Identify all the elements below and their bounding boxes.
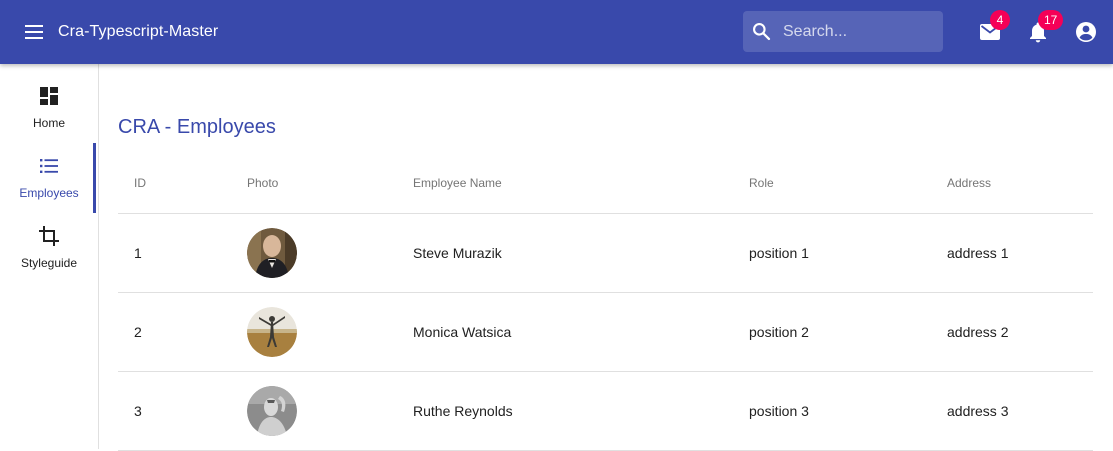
mail-badge: 4 — [990, 10, 1010, 30]
cell-name: Monica Watsica — [413, 292, 749, 371]
page-title: CRA - Employees — [118, 115, 276, 139]
account-button[interactable] — [1074, 20, 1098, 44]
sidebar-item-home[interactable]: Home — [0, 64, 98, 134]
sidebar-item-styleguide[interactable]: Styleguide — [0, 204, 98, 274]
cell-role: position 3 — [749, 371, 947, 450]
cell-role: position 1 — [749, 213, 947, 292]
column-header-photo[interactable]: Photo — [247, 153, 413, 213]
sidebar: Home Employees Styleguide — [0, 64, 99, 449]
search-box[interactable] — [743, 11, 943, 52]
column-header-name[interactable]: Employee Name — [413, 153, 749, 213]
sidebar-item-label: Employees — [19, 186, 78, 200]
avatar — [247, 228, 297, 278]
notifications-badge: 17 — [1038, 10, 1063, 30]
cell-name: Ruthe Reynolds — [413, 371, 749, 450]
crop-icon — [37, 224, 61, 248]
table-row[interactable]: 2 Monica — [118, 292, 1093, 371]
search-icon — [751, 21, 772, 42]
app-title: Cra-Typescript-Master — [58, 22, 218, 42]
employees-table: ID Photo Employee Name Role Address 1 — [118, 153, 1093, 451]
column-header-role[interactable]: Role — [749, 153, 947, 213]
notifications-button[interactable]: 17 — [1026, 20, 1050, 44]
sidebar-item-employees[interactable]: Employees — [0, 134, 98, 204]
cell-address: address 1 — [947, 213, 1093, 292]
sidebar-item-label: Styleguide — [21, 256, 77, 270]
table-header-row: ID Photo Employee Name Role Address — [118, 153, 1093, 213]
cell-id: 2 — [118, 292, 247, 371]
cell-role: position 2 — [749, 292, 947, 371]
cell-address: address 2 — [947, 292, 1093, 371]
table-row[interactable]: 1 Steve — [118, 213, 1093, 292]
dashboard-icon — [37, 84, 61, 108]
column-header-address[interactable]: Address — [947, 153, 1093, 213]
search-input[interactable] — [783, 11, 938, 52]
cell-id: 1 — [118, 213, 247, 292]
sidebar-item-label: Home — [33, 116, 65, 130]
cell-address: address 3 — [947, 371, 1093, 450]
cell-name: Steve Murazik — [413, 213, 749, 292]
avatar — [247, 386, 297, 436]
account-circle-icon — [1075, 21, 1097, 43]
avatar — [247, 307, 297, 357]
main-content: CRA - Employees ID Photo Employee Name R… — [99, 64, 1113, 449]
column-header-id[interactable]: ID — [118, 153, 247, 213]
menu-icon[interactable] — [22, 20, 46, 44]
cell-id: 3 — [118, 371, 247, 450]
table-row[interactable]: 3 Ruthe Reynolds — [118, 371, 1093, 450]
app-bar: Cra-Typescript-Master 4 17 — [0, 0, 1113, 64]
mail-button[interactable]: 4 — [978, 20, 1002, 44]
list-icon — [37, 154, 61, 178]
